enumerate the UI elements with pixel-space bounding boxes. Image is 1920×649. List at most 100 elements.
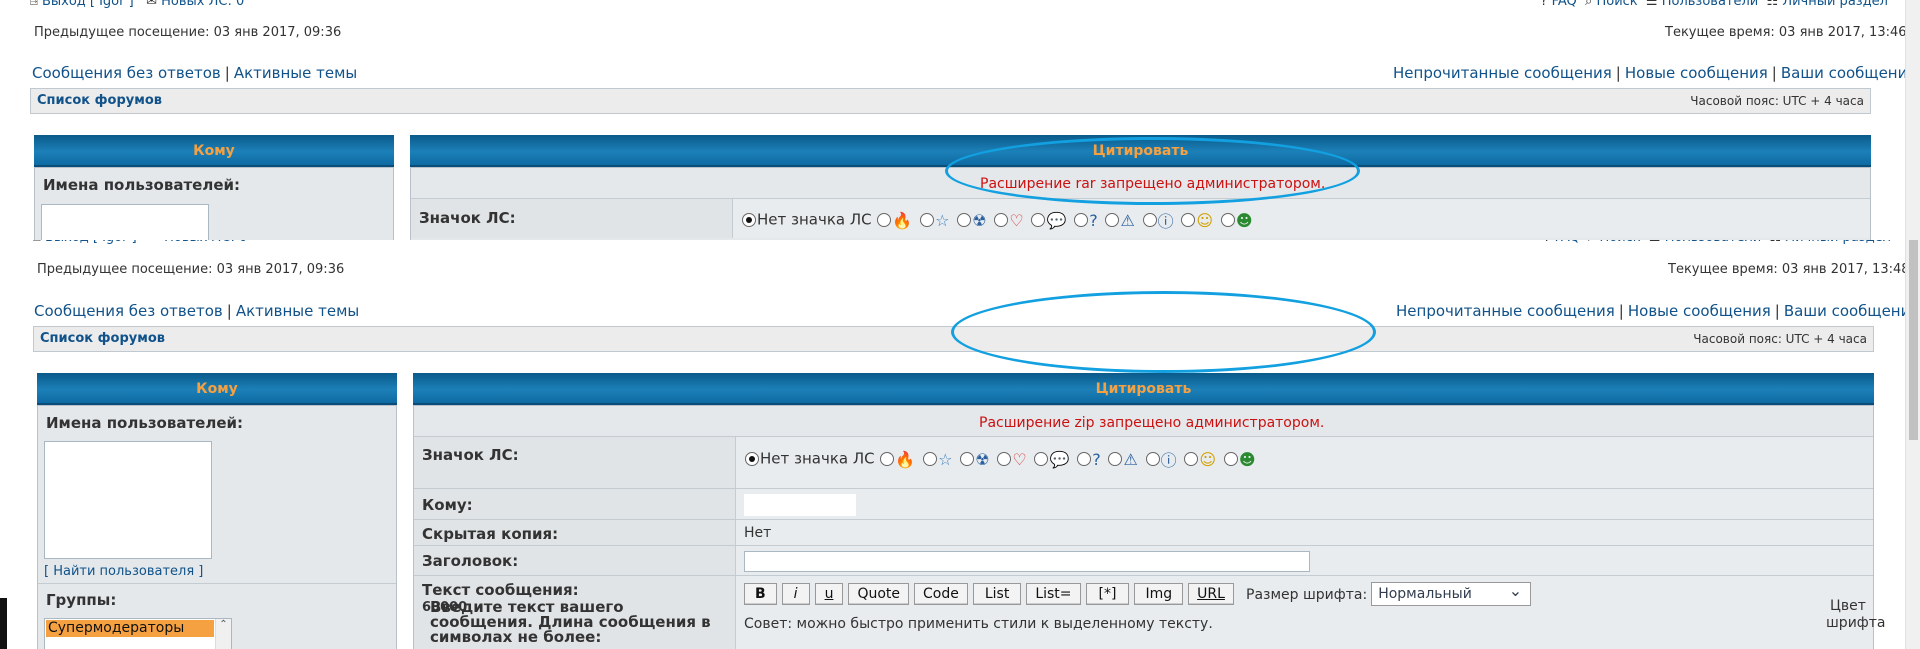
unanswered-link[interactable]: Сообщения без ответов <box>34 302 223 320</box>
groups-label: Группы: <box>46 591 117 609</box>
icon-radio[interactable] <box>1220 213 1235 227</box>
icon-radio[interactable] <box>1108 452 1123 466</box>
unread-link[interactable]: Непрочитанные сообщения <box>1393 64 1612 82</box>
icon-radio[interactable] <box>1034 452 1049 466</box>
grin-icon: ☻ <box>1238 449 1256 469</box>
main-panel-body: Расширение zip запрещено администратором… <box>413 405 1886 649</box>
nav-separator: | <box>226 302 232 320</box>
current-time: Текущее время: 03 янв 2017, 13:46 <box>1665 25 1905 40</box>
subject-input[interactable] <box>744 551 1310 572</box>
icon-radio[interactable] <box>923 452 938 466</box>
icon-radio[interactable] <box>1223 452 1238 466</box>
usernames-textarea[interactable] <box>44 441 212 559</box>
underline-button[interactable]: u <box>814 583 844 605</box>
list-item-button[interactable]: [*] <box>1085 583 1130 605</box>
left-panel-body: Имена пользователей: <box>34 167 394 240</box>
icon-radio[interactable] <box>957 213 972 227</box>
to-recipient-field[interactable] <box>744 494 856 516</box>
current-time: Текущее время: 03 янв 2017, 13:48 <box>1668 262 1905 277</box>
unread-link[interactable]: Непрочитанные сообщения <box>1396 302 1615 320</box>
search-link[interactable]: Поиск <box>1599 240 1640 245</box>
header-user-links: ⍈ Выход [ Igor ] ✉ Новых ЛС: 0 <box>30 0 244 9</box>
icon-radio[interactable] <box>1184 452 1199 466</box>
pm-icon-options: Нет значка ЛС 🔥 ☆ ☢ ♡ 💬 ? ⚠ ⓘ ☺ ☻ <box>741 208 1255 232</box>
new-posts-link[interactable]: Новые сообщения <box>1628 302 1771 320</box>
faq-link[interactable]: FAQ <box>1555 240 1580 245</box>
your-posts-link[interactable]: Ваши сообщения <box>1784 302 1905 320</box>
icon-radio[interactable] <box>1145 452 1160 466</box>
bcc-value: Нет <box>744 525 772 541</box>
speech-bubble-icon: 💬 <box>1046 210 1067 230</box>
users-link[interactable]: Пользователи <box>1665 240 1762 245</box>
icon-radio[interactable] <box>960 452 975 466</box>
star-icon: ☆ <box>938 449 953 469</box>
quote-button[interactable]: Quote <box>848 583 909 605</box>
groups-select[interactable]: Супермодераторы ⌃ <box>44 618 232 649</box>
forum-list-link[interactable]: Список форумов <box>37 93 162 108</box>
faq-icon: ? <box>1544 240 1555 245</box>
icon-radio[interactable] <box>880 452 895 466</box>
message-hint: Введите текст вашего сообщения. Длина со… <box>422 598 711 646</box>
icon-radio[interactable] <box>1077 452 1092 466</box>
icon-radio[interactable] <box>1074 213 1089 227</box>
bold-button[interactable]: B <box>744 583 777 605</box>
img-button[interactable]: Img <box>1134 583 1184 605</box>
font-size-select[interactable]: Нормальный <box>1371 580 1532 606</box>
new-pm-link[interactable]: Новых ЛС: 0 <box>161 0 244 9</box>
search-link[interactable]: Поиск <box>1596 0 1637 9</box>
pm-icon-row: Значок ЛС: Нет значка ЛС 🔥 ☆ ☢ ♡ 💬 ? ⚠ ⓘ… <box>414 436 1873 488</box>
group-option-selected[interactable]: Супермодераторы <box>46 620 214 637</box>
page-scrollbar[interactable] <box>1905 0 1920 649</box>
your-posts-link[interactable]: Ваши сообщения <box>1781 64 1905 82</box>
personal-link[interactable]: Личный раздел <box>1785 240 1891 245</box>
code-button[interactable]: Code <box>914 583 968 605</box>
bcc-row: Скрытая копия: Нет <box>414 519 1873 545</box>
faq-link[interactable]: FAQ <box>1552 0 1577 9</box>
search-icon: ⌕ <box>1585 0 1597 9</box>
usernames-textarea[interactable] <box>41 204 209 240</box>
left-panel-title: Кому <box>37 373 397 405</box>
personal-link[interactable]: Личный раздел <box>1782 0 1888 9</box>
logout-icon: ⍈ <box>30 0 42 9</box>
screenshot-rar: ⍈ Выход [ Igor ] ✉ Новых ЛС: 0 ? FAQ ⌕ П… <box>0 0 1905 240</box>
smiley-icon: ☺ <box>1199 449 1217 469</box>
find-user-link[interactable]: [ Найти пользователя ] <box>44 564 203 579</box>
forum-list-link[interactable]: Список форумов <box>40 331 165 346</box>
question-icon: ? <box>1089 210 1098 230</box>
active-topics-link[interactable]: Активные темы <box>234 64 357 82</box>
new-posts-link[interactable]: Новые сообщения <box>1625 64 1768 82</box>
scrollbar-thumb[interactable] <box>1909 240 1918 440</box>
mail-icon: ✉ <box>146 0 162 9</box>
logout-link[interactable]: Выход [ Igor ] <box>45 240 137 245</box>
list-button[interactable]: List <box>972 583 1022 605</box>
italic-button[interactable]: i <box>781 583 810 605</box>
logout-link[interactable]: Выход [ Igor ] <box>42 0 134 9</box>
icon-radio[interactable] <box>1181 213 1196 227</box>
flame-icon: 🔥 <box>895 449 916 469</box>
active-topics-link[interactable]: Активные темы <box>236 302 359 320</box>
no-icon-radio[interactable] <box>745 452 759 466</box>
icon-radio[interactable] <box>1031 213 1046 227</box>
last-visit: Предыдущее посещение: 03 янв 2017, 09:36 <box>37 262 345 277</box>
highlight-ellipse-rar <box>945 137 1360 205</box>
to-label-cell: Кому: <box>414 489 736 519</box>
no-icon-radio[interactable] <box>742 213 756 227</box>
nav-separator: | <box>1618 302 1624 320</box>
icon-radio[interactable] <box>997 452 1012 466</box>
icon-radio[interactable] <box>1142 213 1157 227</box>
main-panel-title: Цитировать <box>413 373 1874 405</box>
radioactive-icon: ☢ <box>972 210 987 230</box>
list-ordered-button[interactable]: List= <box>1026 583 1081 605</box>
unanswered-link[interactable]: Сообщения без ответов <box>32 64 221 82</box>
users-link[interactable]: Пользователи <box>1662 0 1759 9</box>
url-button[interactable]: URL <box>1188 583 1234 605</box>
icon-radio[interactable] <box>1105 213 1120 227</box>
icon-radio[interactable] <box>920 213 935 227</box>
new-pm-link[interactable]: Новых ЛС: 0 <box>164 240 247 245</box>
screenshot-zip: ⍈ Выход [ Igor ] ✉ Новых ЛС: 0 ? FAQ ⌕ П… <box>0 240 1905 649</box>
users-icon: ☰ <box>1649 240 1665 245</box>
icon-radio[interactable] <box>877 213 892 227</box>
error-message-zip: Расширение zip запрещено администратором… <box>979 415 1325 431</box>
icon-radio[interactable] <box>994 213 1009 227</box>
groups-scroll-up-icon[interactable]: ⌃ <box>215 619 231 649</box>
